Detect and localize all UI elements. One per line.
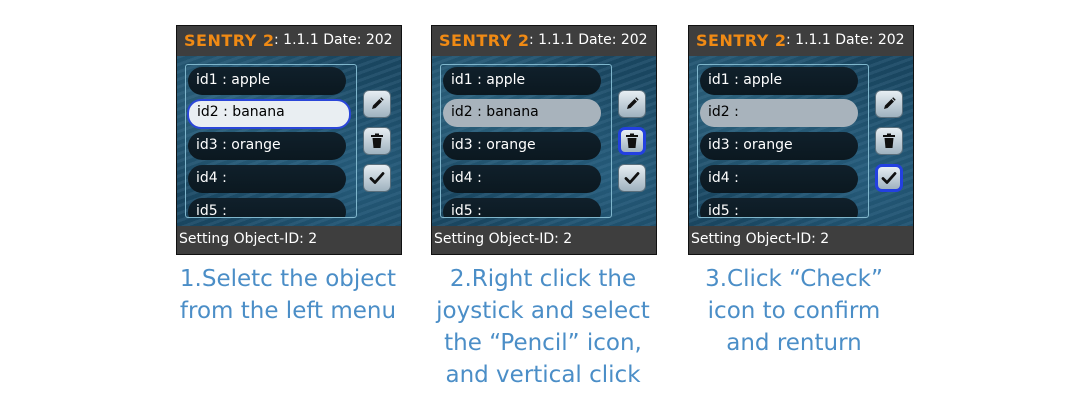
- version-info: : 1.1.1 Date: 202: [786, 32, 905, 48]
- trash-icon: [371, 133, 383, 148]
- step2-caption: 2.Right click the joystick and select th…: [421, 263, 665, 391]
- list-item-label: id1 : apple: [196, 72, 271, 88]
- caption-line: the “Pencil” icon,: [444, 330, 642, 356]
- confirm-button[interactable]: [875, 164, 903, 192]
- pencil-icon: [884, 97, 896, 109]
- check-icon: [624, 172, 640, 184]
- device-screen-step2: SENTRY 2 : 1.1.1 Date: 202 id1 : apple i…: [431, 25, 657, 255]
- status-bar: Setting Object-ID: 2: [689, 226, 913, 254]
- list-item[interactable]: id5 :: [443, 198, 601, 218]
- caption-line: icon to confirm: [707, 298, 881, 324]
- list-item-label: id4 :: [708, 170, 739, 186]
- list-item-label: id5 :: [451, 203, 482, 218]
- list-item[interactable]: id3 : orange: [443, 132, 601, 160]
- list-item-label: id1 : apple: [708, 72, 783, 88]
- list-item[interactable]: id4 :: [700, 165, 858, 193]
- caption-line: and vertical click: [445, 362, 641, 388]
- brand-title: SENTRY 2: [696, 31, 787, 50]
- object-list[interactable]: id1 : apple id2 : id3 : orange id4 : id5…: [697, 64, 869, 218]
- list-item-label: id4 :: [451, 170, 482, 186]
- caption-line: 2.Right click the: [449, 266, 637, 292]
- object-list[interactable]: id1 : apple id2 : banana id3 : orange id…: [440, 64, 612, 218]
- confirm-button[interactable]: [363, 164, 391, 192]
- list-item-label: id2 : banana: [197, 104, 285, 120]
- trash-icon: [626, 133, 638, 148]
- version-info: : 1.1.1 Date: 202: [529, 32, 648, 48]
- delete-button[interactable]: [618, 127, 646, 155]
- caption-line: and renturn: [726, 330, 862, 356]
- brand-title: SENTRY 2: [184, 31, 275, 50]
- list-item-label: id3 : orange: [196, 137, 281, 153]
- list-item[interactable]: id1 : apple: [700, 67, 858, 95]
- check-icon: [369, 172, 385, 184]
- list-item[interactable]: id3 : orange: [700, 132, 858, 160]
- list-item[interactable]: id5 :: [188, 198, 346, 218]
- step3-caption: 3.Click “Check” icon to confirm and rent…: [688, 263, 900, 359]
- list-item-selected[interactable]: id2 :: [700, 99, 858, 127]
- list-item-label: id4 :: [196, 170, 227, 186]
- edit-button[interactable]: [618, 90, 646, 118]
- title-bar: SENTRY 2 : 1.1.1 Date: 202: [432, 26, 656, 56]
- status-text: Setting Object-ID: 2: [434, 231, 573, 247]
- delete-button[interactable]: [363, 127, 391, 155]
- status-text: Setting Object-ID: 2: [691, 231, 830, 247]
- list-item-label: id5 :: [196, 203, 227, 218]
- list-item[interactable]: id1 : apple: [443, 67, 601, 95]
- list-item-label: id1 : apple: [451, 72, 526, 88]
- confirm-button[interactable]: [618, 164, 646, 192]
- caption-line: joystick and select: [436, 298, 650, 324]
- list-item-label: id2 :: [708, 104, 739, 120]
- status-bar: Setting Object-ID: 2: [432, 226, 656, 254]
- device-screen-step1: SENTRY 2 : 1.1.1 Date: 202 id1 : apple i…: [176, 25, 402, 255]
- version-info: : 1.1.1 Date: 202: [274, 32, 393, 48]
- list-item[interactable]: id5 :: [700, 198, 858, 218]
- list-item-label: id2 : banana: [451, 104, 539, 120]
- list-item-selected[interactable]: id2 : banana: [443, 99, 601, 127]
- caption-line: 1.Seletc the object: [179, 266, 397, 292]
- title-bar: SENTRY 2 : 1.1.1 Date: 202: [177, 26, 401, 56]
- trash-icon: [883, 133, 895, 148]
- list-item-selected[interactable]: id2 : banana: [187, 99, 351, 129]
- list-item-label: id3 : orange: [708, 137, 793, 153]
- list-item[interactable]: id3 : orange: [188, 132, 346, 160]
- list-item[interactable]: id4 :: [443, 165, 601, 193]
- pencil-icon: [627, 97, 639, 109]
- check-icon: [881, 172, 897, 184]
- status-bar: Setting Object-ID: 2: [177, 226, 401, 254]
- edit-button[interactable]: [875, 90, 903, 118]
- brand-title: SENTRY 2: [439, 31, 530, 50]
- status-text: Setting Object-ID: 2: [179, 231, 318, 247]
- title-bar: SENTRY 2 : 1.1.1 Date: 202: [689, 26, 913, 56]
- edit-button[interactable]: [363, 90, 391, 118]
- caption-line: from the left menu: [179, 298, 397, 324]
- pencil-icon: [372, 97, 384, 109]
- list-item[interactable]: id1 : apple: [188, 67, 346, 95]
- device-screen-step3: SENTRY 2 : 1.1.1 Date: 202 id1 : apple i…: [688, 25, 914, 255]
- step1-caption: 1.Seletc the object from the left menu: [176, 263, 400, 327]
- list-item-label: id5 :: [708, 203, 739, 218]
- object-list[interactable]: id1 : apple id2 : banana id3 : orange id…: [185, 64, 357, 218]
- list-item-label: id3 : orange: [451, 137, 536, 153]
- caption-line: 3.Click “Check”: [705, 266, 883, 292]
- delete-button[interactable]: [875, 127, 903, 155]
- list-item[interactable]: id4 :: [188, 165, 346, 193]
